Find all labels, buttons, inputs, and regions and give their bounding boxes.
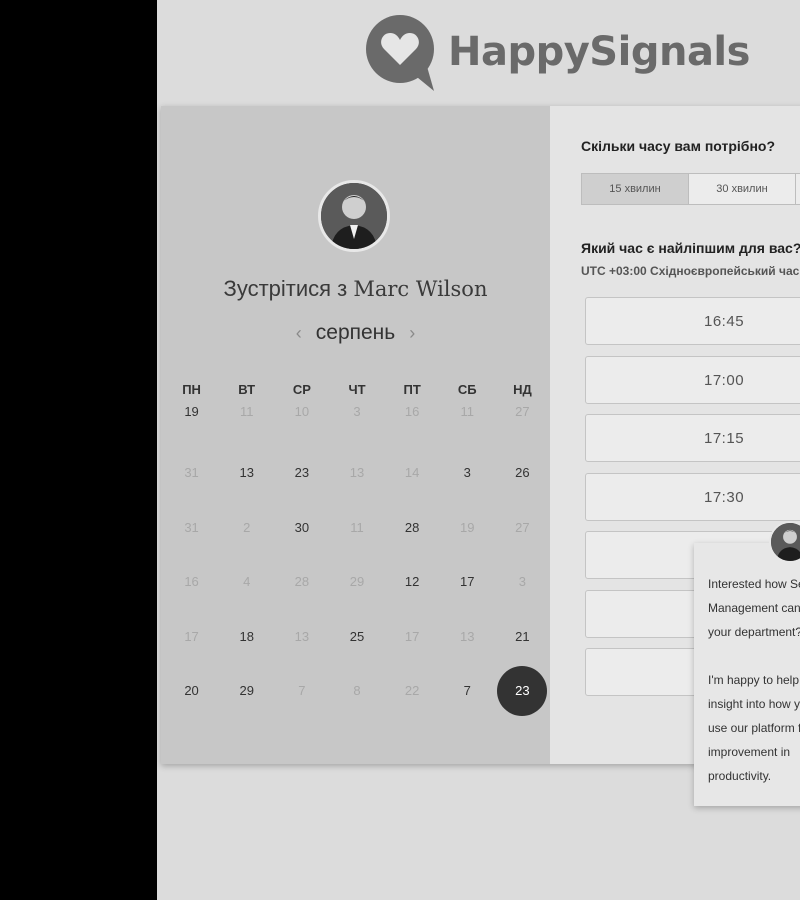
calendar-day[interactable]: 19 [164, 402, 219, 422]
calendar-day: 7 [298, 683, 306, 698]
timezone-label: UTC +03:00 Східноєвропейський час [581, 264, 800, 278]
duration-tab[interactable]: 15 хвилин [581, 173, 689, 205]
weekday-label: СБ [457, 382, 477, 397]
calendar-day[interactable]: 12 [385, 572, 440, 592]
calendar-day[interactable]: 28 [385, 518, 440, 538]
calendar-day: 17 [404, 629, 420, 644]
calendar-day[interactable]: 21 [495, 627, 550, 647]
black-sidebar-strip [0, 0, 157, 900]
calendar-day: 16 [404, 404, 420, 419]
calendar-day[interactable]: 29 [219, 681, 274, 701]
heart-bubble-icon [364, 13, 438, 91]
calendar-day[interactable]: 13 [219, 463, 274, 483]
chat-agent-avatar [769, 521, 800, 563]
weekday-label: НД [513, 382, 532, 397]
calendar-day: 11 [460, 404, 475, 419]
calendar-day: 22 [404, 683, 420, 698]
weekday-label: ВТ [238, 382, 256, 397]
time-slot-button[interactable]: 16:45 [585, 297, 800, 345]
calendar-day[interactable]: 20 [164, 681, 219, 701]
calendar-day: 31 [184, 465, 199, 480]
calendar-day: 28 [294, 574, 310, 589]
calendar-day: 27 [515, 520, 530, 535]
weekday-label: ПТ [403, 382, 421, 397]
calendar-day: 4 [243, 574, 251, 589]
calendar-week-row: 31 13 23 13 14 3 26 [164, 463, 550, 483]
calendar-week-row: 16 4 28 29 12 17 3 [164, 572, 550, 592]
calendar-week-row: 19 11 10 3 16 11 27 [164, 402, 550, 422]
calendar-day[interactable]: 18 [219, 627, 274, 647]
time-slot-button[interactable]: 17:15 [585, 414, 800, 462]
calendar-day: 11 [350, 520, 364, 535]
brand-name: HappySignals [448, 29, 750, 75]
calendar-day: 13 [349, 465, 365, 480]
chevron-right-icon[interactable]: › [409, 323, 415, 344]
chat-message: Interested how Service Management can he… [708, 577, 800, 783]
calendar-day: 17 [184, 629, 199, 644]
meeting-title: Зустрітися з Marc Wilson [161, 276, 550, 302]
calendar-week-row: 17 18 13 25 17 13 21 [164, 627, 550, 647]
calendar-day[interactable]: 30 [274, 518, 329, 538]
brand-logo: HappySignals [364, 12, 750, 92]
calendar-day: 29 [349, 574, 365, 589]
host-name: Marc Wilson [353, 277, 488, 301]
calendar-week-row: 20 29 7 8 22 7 23 [164, 666, 550, 716]
calendar-day: 13 [460, 629, 475, 644]
calendar-day[interactable]: 3 [440, 463, 495, 483]
weekday-label: ЧТ [348, 382, 366, 397]
host-avatar [318, 180, 390, 252]
calendar-day[interactable]: 25 [329, 627, 384, 647]
calendar-day: 2 [243, 520, 251, 535]
duration-tab[interactable]: 30 хвилин [688, 173, 796, 205]
chevron-left-icon[interactable]: ‹ [296, 323, 302, 344]
weekday-label: ПН [182, 382, 201, 397]
weekday-label: СР [292, 382, 311, 397]
calendar-day[interactable]: 7 [440, 681, 495, 701]
calendar-day: 31 [184, 520, 199, 535]
calendar-day: 16 [184, 574, 199, 589]
weekday-header: ПН ВТ СР ЧТ ПТ СБ НД [164, 382, 550, 397]
calendar-day: 3 [518, 574, 527, 589]
time-slot-button[interactable]: 17:30 [585, 473, 800, 521]
time-question: Який час є найліпшим для вас? [581, 240, 800, 256]
calendar-day: 10 [294, 404, 310, 419]
duration-tabs: 15 хвилин 30 хвилин [581, 173, 800, 205]
time-slot-button[interactable]: 17:00 [585, 356, 800, 404]
scheduler-page: HappySignals Зустрітися з Marc Wilson ‹ … [157, 0, 800, 900]
chat-popup[interactable]: Interested how Service Management can he… [694, 521, 800, 806]
calendar-day: 14 [404, 465, 420, 480]
calendar-day[interactable]: 23 [274, 463, 329, 483]
calendar-day: 8 [353, 683, 361, 698]
calendar-day: 27 [515, 404, 530, 419]
calendar-day: 11 [239, 404, 254, 419]
duration-question: Скільки часу вам потрібно? [581, 138, 776, 154]
calendar-day: 13 [294, 629, 310, 644]
calendar-day[interactable]: 26 [495, 463, 550, 483]
month-navigator: ‹ серпень › [161, 321, 550, 345]
calendar-day[interactable]: 17 [440, 572, 495, 592]
month-label: серпень [315, 321, 396, 344]
meeting-title-prefix: Зустрітися з [223, 276, 348, 301]
duration-tab[interactable] [795, 173, 800, 205]
calendar-day: 19 [460, 520, 475, 535]
calendar-day: 3 [353, 404, 361, 419]
calendar-panel: Зустрітися з Marc Wilson ‹ серпень › ПН В… [161, 106, 550, 764]
selected-day[interactable]: 23 [495, 666, 550, 716]
calendar-week-row: 31 2 30 11 28 19 27 [164, 518, 550, 538]
